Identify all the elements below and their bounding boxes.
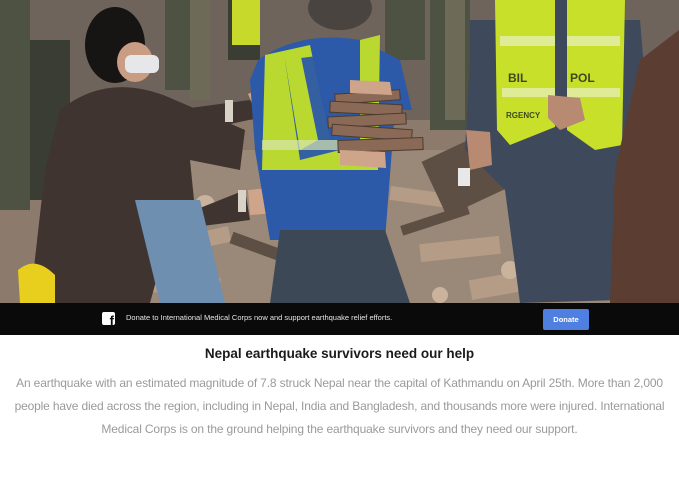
facebook-icon: f	[102, 312, 115, 325]
hero-photo-illustration: BIL POL RGENCY	[0, 0, 679, 303]
hero-photo: BIL POL RGENCY	[0, 0, 679, 303]
page: BIL POL RGENCY f Donate to International…	[0, 0, 679, 479]
vest-text-left-2: RGENCY	[506, 111, 541, 120]
article-body: An earthquake with an estimated magnitud…	[14, 376, 665, 436]
donate-message: Donate to International Medical Corps no…	[126, 313, 393, 322]
donate-button[interactable]: Donate	[543, 309, 589, 330]
vest-text-right: POL	[570, 71, 595, 85]
vest-text-left: BIL	[508, 71, 527, 85]
article-headline: Nepal earthquake survivors need our help	[204, 346, 475, 361]
